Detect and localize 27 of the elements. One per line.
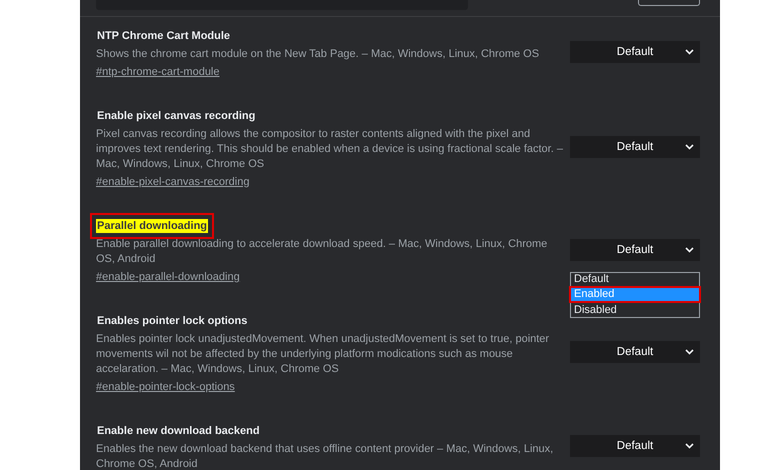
flag-link[interactable]: #enable-parallel-downloading: [96, 270, 240, 285]
flag-dropdown[interactable]: Default: [570, 434, 700, 456]
flag-dropdown[interactable]: Default: [570, 341, 700, 363]
chevron-icon: [685, 49, 694, 55]
flag-description: Enables pointer lock unadjustedMovement. When unadjustedMovement is set to true, pointer movements wil not be affected by the underlying platform modications such as mouse accelaration. – Mac, Windows, Linux, Chrome OS: [96, 332, 550, 377]
flag-title: NTP Chrome Cart Module: [96, 29, 232, 43]
flag-title: Enables pointer lock options: [96, 314, 248, 328]
chevron-icon: [685, 349, 694, 355]
flag-dropdown[interactable]: Default: [570, 238, 700, 260]
flag-title: Enable new download backend: [96, 424, 261, 438]
dropdown-option[interactable]: Default: [571, 272, 699, 286]
flag-dropdown[interactable]: Default: [570, 41, 700, 63]
flag-link[interactable]: #enable-pixel-canvas-recording: [96, 175, 250, 190]
flag-title: Enable pixel canvas recording: [96, 109, 256, 123]
flag-title: Parallel downloading: [96, 219, 208, 233]
flag-link[interactable]: #ntp-chrome-cart-module: [96, 65, 220, 80]
flag-description: Pixel canvas recording allows the compositor to raster contents aligned with the pixel and improves text rendering. This should be enabled when a device is using fractional scale factor. – Mac, Windows, Linux, Chrome OS: [96, 127, 564, 172]
flag-link[interactable]: #enable-pointer-lock-options: [96, 380, 235, 395]
reset-button[interactable]: [638, 0, 700, 6]
chevron-icon: [685, 442, 694, 448]
flag-description: Enable parallel downloading to accelerate download speed. – Mac, Windows, Linux, Chrome OS, Android: [96, 237, 548, 267]
dropdown-option[interactable]: Disabled: [571, 304, 699, 316]
flag-description: Shows the chrome cart module on the New Tab Page. – Mac, Windows, Linux, Chrome OS: [96, 47, 540, 62]
flag-dropdown[interactable]: Default: [570, 136, 700, 158]
chevron-icon: [685, 246, 694, 252]
flag-description: Enables the new download backend that uses offline content provider – Mac, Windows, Linux, Chrome OS, Android: [96, 442, 554, 470]
chevron-icon: [685, 144, 694, 150]
